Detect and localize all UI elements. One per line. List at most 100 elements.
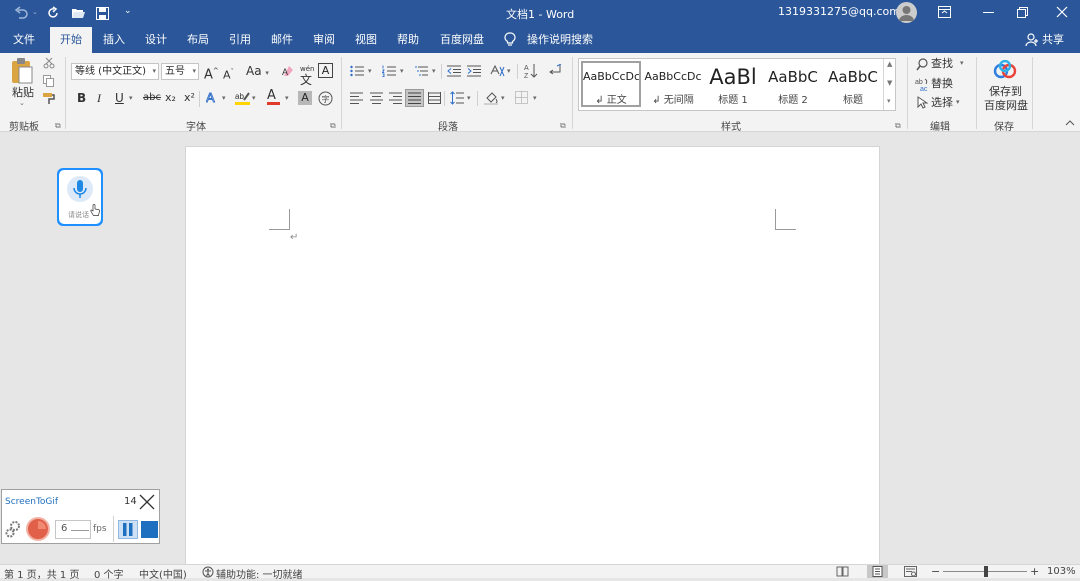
- recorder-close-icon[interactable]: [139, 494, 155, 510]
- highlight-icon[interactable]: ab: [235, 90, 251, 106]
- voice-input-widget[interactable]: 请说话: [57, 168, 103, 226]
- zoom-slider[interactable]: [943, 566, 1027, 577]
- clear-formatting-icon[interactable]: A: [281, 64, 295, 78]
- share-button[interactable]: 共享: [1042, 27, 1064, 53]
- scroll-down-icon[interactable]: ▼: [887, 79, 892, 87]
- superscript-button[interactable]: x²: [184, 91, 195, 105]
- collapse-ribbon-icon[interactable]: [1065, 119, 1075, 126]
- format-painter-icon[interactable]: [43, 93, 56, 105]
- zoom-level[interactable]: 103%: [1047, 566, 1076, 577]
- tab-help[interactable]: 帮助: [397, 27, 419, 53]
- language-indicator[interactable]: 中文(中国): [139, 566, 187, 581]
- subscript-button[interactable]: x₂: [165, 91, 176, 105]
- clipboard-launcher-icon[interactable]: ⧉: [55, 121, 61, 131]
- baidu-netdisk-icon[interactable]: [993, 60, 1017, 80]
- redo-icon[interactable]: [46, 6, 60, 20]
- chevron-down-icon[interactable]: ▾: [501, 94, 505, 102]
- font-name-dropdown[interactable]: 等线 (中文正文) ▾: [71, 63, 159, 80]
- chevron-down-icon[interactable]: ▾: [467, 94, 471, 102]
- tab-mailings[interactable]: 邮件: [271, 27, 293, 53]
- asian-layout-icon[interactable]: [490, 64, 505, 77]
- record-button[interactable]: [26, 517, 50, 541]
- paragraph-launcher-icon[interactable]: ⧉: [560, 121, 566, 131]
- underline-button[interactable]: U: [115, 91, 124, 105]
- restore-icon[interactable]: [1017, 7, 1028, 18]
- numbering-icon[interactable]: [382, 65, 396, 77]
- chevron-down-icon[interactable]: ▾: [960, 59, 964, 67]
- increase-indent-icon[interactable]: [467, 65, 481, 77]
- share-icon[interactable]: [1025, 33, 1039, 47]
- shading-icon[interactable]: [484, 90, 499, 105]
- select-icon[interactable]: [917, 96, 928, 109]
- distributed-icon[interactable]: [428, 92, 441, 104]
- char-shading-icon[interactable]: A: [298, 91, 312, 105]
- recorder-settings-icon[interactable]: [5, 520, 21, 538]
- pause-button[interactable]: [118, 520, 138, 539]
- line-spacing-icon[interactable]: [450, 91, 464, 105]
- tab-file[interactable]: 文件: [13, 27, 35, 53]
- account-email[interactable]: 1319331275@qq.com: [778, 5, 900, 18]
- undo-dropdown-icon[interactable]: ⌄: [32, 8, 38, 16]
- accessibility-status[interactable]: 辅助功能: 一切就绪: [216, 566, 303, 581]
- tab-view[interactable]: 视图: [355, 27, 377, 53]
- font-color-button[interactable]: A: [267, 89, 280, 105]
- find-icon[interactable]: [916, 58, 928, 71]
- align-left-icon[interactable]: [350, 92, 363, 104]
- paste-dropdown-icon[interactable]: ⌄: [19, 99, 25, 107]
- tab-layout[interactable]: 布局: [187, 27, 209, 53]
- text-effects-icon[interactable]: A: [206, 90, 220, 105]
- font-size-dropdown[interactable]: 五号 ▾: [161, 63, 199, 80]
- tab-baidu-netdisk[interactable]: 百度网盘: [440, 27, 484, 53]
- minimize-icon[interactable]: [983, 12, 994, 13]
- find-button[interactable]: 查找: [931, 57, 953, 71]
- open-folder-icon[interactable]: [71, 7, 86, 19]
- chevron-down-icon[interactable]: ▾: [285, 94, 289, 102]
- ribbon-display-options-icon[interactable]: [938, 6, 951, 18]
- gallery-more-icon[interactable]: ▾: [887, 97, 891, 105]
- zoom-in-button[interactable]: +: [1030, 565, 1039, 578]
- change-case-button[interactable]: Aa ▾: [246, 64, 269, 80]
- stop-button[interactable]: [141, 521, 158, 538]
- bold-button[interactable]: B: [77, 91, 86, 105]
- style-no-spacing[interactable]: AaBbCcDc ↲ 无间隔: [643, 63, 703, 109]
- justify-icon[interactable]: [405, 89, 424, 107]
- multilevel-list-icon[interactable]: [414, 65, 428, 77]
- scroll-up-icon[interactable]: ▲: [887, 60, 892, 68]
- copy-icon[interactable]: [43, 75, 55, 87]
- zoom-slider-thumb[interactable]: [984, 566, 988, 577]
- enclose-characters-icon[interactable]: 字: [318, 91, 333, 106]
- align-center-icon[interactable]: [370, 92, 383, 104]
- word-count[interactable]: 0 个字: [94, 566, 124, 581]
- document-page[interactable]: ↵: [185, 146, 880, 566]
- close-icon[interactable]: [1056, 6, 1068, 18]
- select-button[interactable]: 选择: [931, 96, 953, 110]
- save-to-baidu-label-2[interactable]: 百度网盘: [984, 99, 1028, 113]
- bullets-icon[interactable]: [350, 65, 364, 77]
- replace-button[interactable]: 替换: [931, 77, 953, 91]
- accessibility-icon[interactable]: [202, 566, 214, 578]
- replace-icon[interactable]: ab ac: [915, 77, 929, 91]
- italic-button[interactable]: I: [97, 91, 101, 105]
- align-right-icon[interactable]: [389, 92, 402, 104]
- style-heading-2[interactable]: AaBbC 标题 2: [763, 63, 823, 109]
- chevron-down-icon[interactable]: ▾: [507, 67, 511, 75]
- styles-launcher-icon[interactable]: ⧉: [895, 121, 901, 131]
- chevron-down-icon[interactable]: ▾: [222, 94, 226, 102]
- undo-icon[interactable]: [14, 6, 30, 20]
- print-layout-icon[interactable]: [867, 565, 888, 578]
- tell-me-search[interactable]: 操作说明搜索: [527, 27, 593, 53]
- char-border-button[interactable]: A: [318, 63, 333, 78]
- cut-icon[interactable]: [43, 57, 55, 69]
- grow-font-button[interactable]: A^: [204, 64, 219, 82]
- tab-insert[interactable]: 插入: [103, 27, 125, 53]
- chevron-down-icon[interactable]: ▾: [252, 94, 256, 102]
- page-count[interactable]: 第 1 页，共 1 页: [4, 566, 79, 581]
- borders-icon[interactable]: [515, 91, 528, 104]
- microphone-icon[interactable]: [66, 175, 94, 203]
- save-to-baidu-label-1[interactable]: 保存到: [989, 85, 1022, 99]
- save-icon[interactable]: [96, 7, 109, 20]
- style-title[interactable]: AaBbC 标题: [823, 63, 883, 109]
- fps-input[interactable]: 6: [55, 520, 91, 539]
- chevron-down-icon[interactable]: ▾: [432, 67, 436, 75]
- style-heading-1[interactable]: AaBl 标题 1: [703, 63, 763, 109]
